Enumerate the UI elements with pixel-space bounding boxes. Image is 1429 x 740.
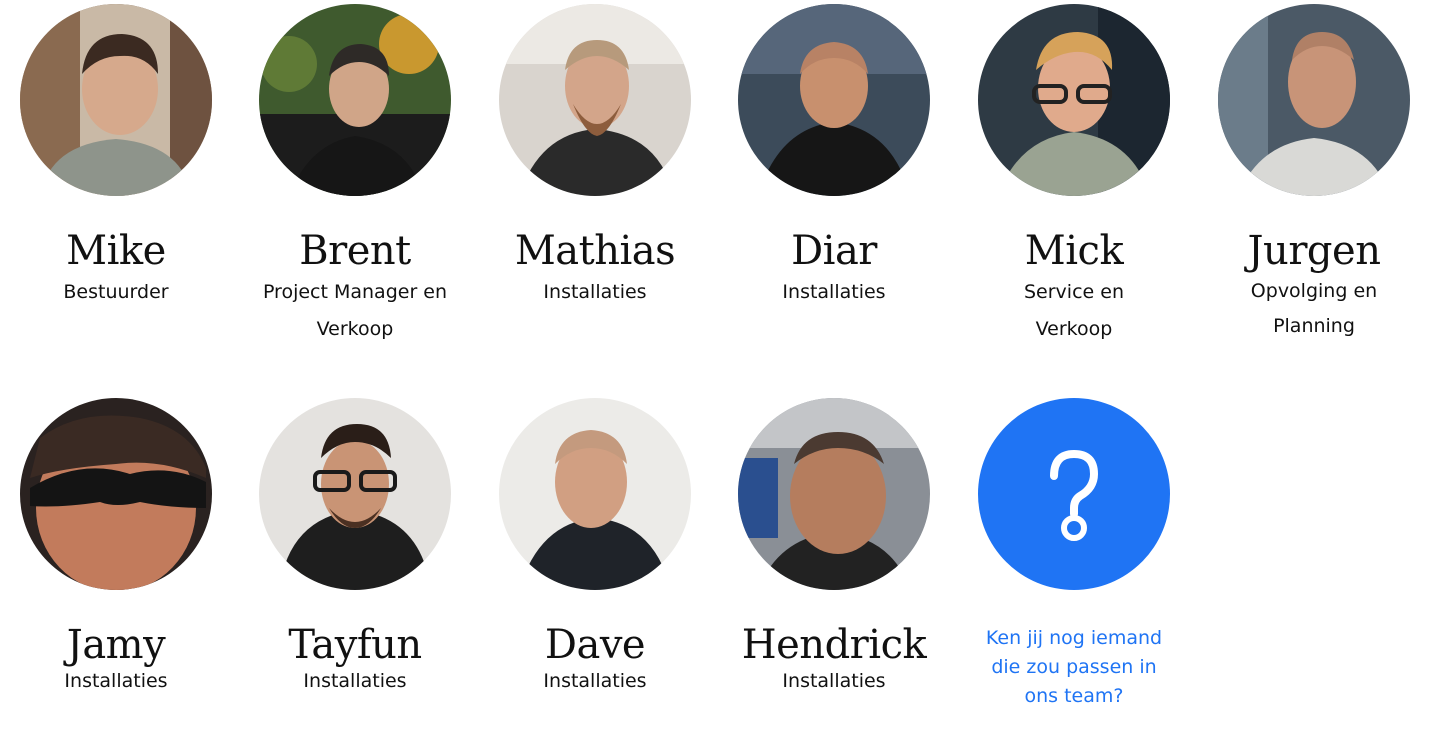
member-role: Installaties	[543, 670, 647, 692]
member-name: Mathias	[514, 228, 676, 274]
member-role: Installaties	[303, 670, 407, 692]
member-name: Hendrick	[741, 622, 927, 668]
member-name: Brent	[299, 228, 411, 274]
member-name: Mick	[1024, 228, 1124, 274]
avatar-photo	[20, 398, 212, 590]
member-role: Installaties	[543, 281, 647, 303]
member-role: Project Manager en Verkoop	[262, 281, 448, 340]
member-role: Service en Verkoop	[1024, 281, 1124, 340]
member-name: Dave	[544, 622, 646, 668]
team-member-card: Mathias Installaties	[475, 4, 715, 311]
team-member-card: Brent Project Manager en Verkoop	[235, 4, 475, 348]
avatar-photo	[259, 398, 451, 590]
team-member-card: Mike Bestuurder	[0, 4, 236, 311]
member-role: Installaties	[782, 670, 886, 692]
avatar-photo	[978, 4, 1170, 196]
avatar-photo	[1218, 4, 1410, 196]
avatar-photo	[20, 4, 212, 196]
team-member-card: Tayfun Installaties	[235, 398, 475, 694]
member-role: Installaties	[782, 281, 886, 303]
invite-circle-button[interactable]	[978, 398, 1170, 590]
member-name: Tayfun	[288, 622, 422, 668]
member-role: Opvolging en Planning	[1250, 280, 1378, 337]
avatar-photo	[499, 398, 691, 590]
team-member-card: Dave Installaties	[475, 398, 715, 694]
member-role: Bestuurder	[63, 281, 169, 303]
member-name: Jamy	[66, 622, 166, 668]
invite-card[interactable]: Ken jij nog iemand die zou passen in ons…	[954, 398, 1194, 711]
avatar-photo	[738, 4, 930, 196]
member-name: Mike	[66, 228, 166, 274]
avatar-photo	[259, 4, 451, 196]
avatar-photo	[738, 398, 930, 590]
avatar-photo	[499, 4, 691, 196]
team-member-card: Hendrick Installaties	[714, 398, 954, 694]
team-member-card: Mick Service en Verkoop	[954, 4, 1194, 348]
member-role: Installaties	[64, 670, 168, 692]
member-name: Diar	[791, 228, 877, 274]
question-mark-icon	[1050, 450, 1098, 541]
team-member-card: Jamy Installaties	[0, 398, 236, 694]
invite-link-text[interactable]: Ken jij nog iemand die zou passen in ons…	[974, 624, 1174, 711]
team-member-card: Jurgen Opvolging en Planning	[1194, 4, 1429, 344]
team-member-card: Diar Installaties	[714, 4, 954, 311]
member-name: Jurgen	[1247, 228, 1381, 274]
